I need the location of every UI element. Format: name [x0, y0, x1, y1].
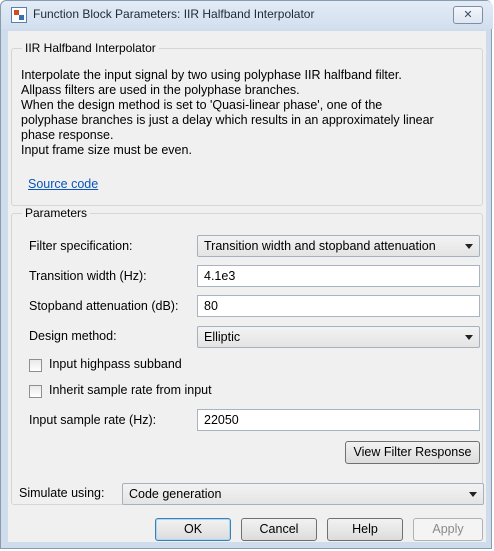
description-line: Allpass filters are used in the polyphas…	[21, 83, 300, 97]
inherit-sample-rate-label[interactable]: Inherit sample rate from input	[49, 383, 212, 397]
design-method-value: Elliptic	[204, 330, 241, 344]
chevron-down-icon	[465, 335, 473, 340]
description-line: When the design method is set to 'Quasi-…	[21, 98, 383, 112]
dialog-body: IIR Halfband Interpolator Interpolate th…	[8, 31, 486, 542]
chevron-down-icon	[469, 492, 477, 497]
highpass-checkbox[interactable]	[29, 359, 42, 372]
close-button[interactable]: ✕	[453, 6, 483, 24]
title-bar[interactable]: Function Block Parameters: IIR Halfband …	[1, 1, 493, 29]
transition-width-label: Transition width (Hz):	[29, 269, 147, 283]
source-code-link[interactable]: Source code	[28, 177, 98, 191]
block-group-title: IIR Halfband Interpolator	[25, 41, 156, 55]
simulate-using-dropdown[interactable]: Code generation	[122, 483, 484, 505]
description-line: Input frame size must be even.	[21, 143, 192, 157]
simulate-using-value: Code generation	[129, 487, 222, 501]
inherit-sample-rate-checkbox[interactable]	[29, 385, 42, 398]
simulate-using-label: Simulate using:	[19, 486, 105, 500]
highpass-label[interactable]: Input highpass subband	[49, 357, 182, 371]
sample-rate-field[interactable]: 22050	[197, 409, 480, 431]
filter-spec-dropdown[interactable]: Transition width and stopband attenuatio…	[197, 235, 480, 257]
cancel-button[interactable]: Cancel	[241, 518, 317, 541]
design-method-label: Design method:	[29, 329, 117, 343]
window-title: Function Block Parameters: IIR Halfband …	[33, 7, 315, 21]
filter-spec-label: Filter specification:	[29, 239, 133, 253]
sample-rate-label: Input sample rate (Hz):	[29, 413, 157, 427]
dialog-window: Function Block Parameters: IIR Halfband …	[0, 0, 493, 549]
filter-spec-value: Transition width and stopband attenuatio…	[204, 239, 436, 253]
apply-button[interactable]: Apply	[413, 518, 483, 541]
stopband-field[interactable]: 80	[197, 295, 480, 317]
block-description: Interpolate the input signal by two usin…	[21, 68, 481, 158]
help-button[interactable]: Help	[327, 518, 403, 541]
design-method-dropdown[interactable]: Elliptic	[197, 326, 480, 348]
parameters-group-title: Parameters	[25, 206, 88, 220]
chevron-down-icon	[465, 244, 473, 249]
description-line: Interpolate the input signal by two usin…	[21, 68, 402, 82]
description-line: phase response.	[21, 128, 114, 142]
stopband-label: Stopband attenuation (dB):	[29, 299, 179, 313]
transition-width-field[interactable]: 4.1e3	[197, 265, 480, 287]
description-line: polyphase branches is just a delay which…	[21, 113, 434, 127]
ok-button[interactable]: OK	[155, 518, 231, 541]
simulink-block-icon	[11, 7, 27, 23]
view-filter-response-button[interactable]: View Filter Response	[345, 441, 480, 464]
